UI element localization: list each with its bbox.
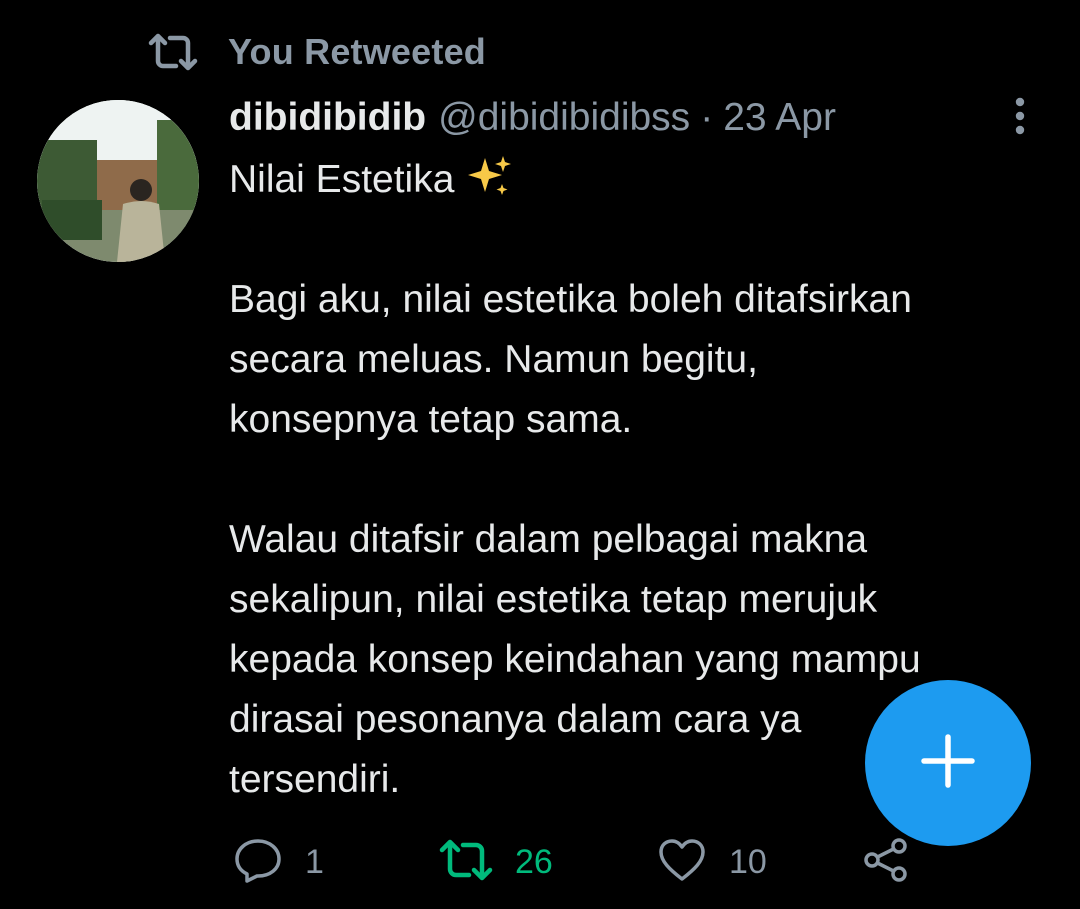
plus-icon (920, 733, 976, 794)
tweet-header: dibidibidib @dibidibidibss · 23 Apr (229, 94, 836, 142)
retweet-context-label: You Retweeted (228, 31, 486, 72)
sparkles-icon (468, 154, 512, 216)
reply-button[interactable]: 1 (233, 832, 324, 892)
tweet-line: konsepnya tetap sama. (229, 398, 633, 441)
separator-dot: · (700, 96, 714, 139)
tweet-line: kepada konsep keindahan yang mampu (229, 638, 921, 681)
retweet-icon (439, 837, 493, 888)
share-button[interactable] (861, 832, 911, 892)
display-name[interactable]: dibidibidib (229, 96, 426, 140)
tweet-actions: 1 26 10 (229, 832, 1039, 892)
tweet-line: Walau ditafsir dalam pelbagai makna (229, 518, 868, 561)
tweet-screen: You Retweeted dibidibidib @dibidibidibss… (0, 0, 1080, 909)
reply-count: 1 (305, 842, 324, 881)
avatar[interactable] (37, 100, 199, 262)
retweet-button[interactable]: 26 (439, 832, 553, 892)
more-vertical-icon (1013, 96, 1027, 141)
tweet-date[interactable]: 23 Apr (723, 96, 836, 140)
reply-icon (233, 837, 283, 888)
heart-icon (657, 837, 707, 888)
tweet-line: sekalipun, nilai estetika tetap merujuk (229, 578, 878, 621)
like-button[interactable]: 10 (657, 832, 767, 892)
share-icon (861, 835, 911, 890)
retweet-icon (148, 31, 198, 73)
tweet-line: Bagi aku, nilai estetika boleh ditafsirk… (229, 278, 912, 321)
retweet-context: You Retweeted (148, 28, 486, 76)
user-handle[interactable]: @dibidibidibss (438, 96, 690, 140)
like-count: 10 (729, 842, 767, 881)
tweet-line: Nilai Estetika (229, 150, 1039, 210)
tweet-line-text: Nilai Estetika (229, 158, 455, 201)
retweet-count: 26 (515, 842, 553, 881)
compose-tweet-button[interactable] (865, 680, 1031, 846)
more-options-button[interactable] (1000, 94, 1040, 142)
tweet-line: secara meluas. Namun begitu, (229, 338, 758, 381)
